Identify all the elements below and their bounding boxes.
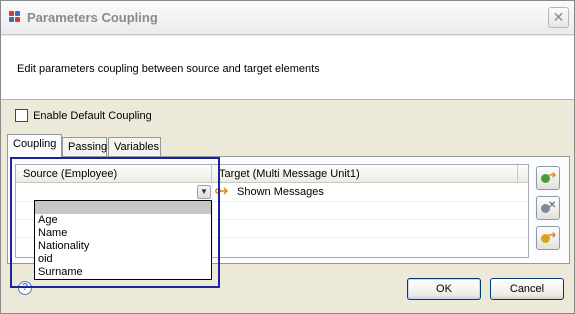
parameters-coupling-dialog: Parameters Coupling ✕ Edit parameters co… — [0, 0, 575, 314]
chevron-down-icon: ▼ — [200, 187, 208, 196]
dropdown-option-oid[interactable]: oid — [35, 253, 211, 266]
help-icon[interactable]: ? — [18, 281, 32, 295]
ok-button[interactable]: OK — [407, 278, 481, 300]
enable-default-coupling-row[interactable]: Enable Default Coupling — [15, 109, 152, 122]
close-button[interactable]: ✕ — [548, 7, 569, 28]
column-header-source[interactable]: Source (Employee) — [16, 165, 212, 183]
edit-coupling-button[interactable]: ➜ — [536, 226, 560, 250]
enable-default-coupling-label[interactable]: Enable Default Coupling — [33, 110, 152, 122]
close-icon: ✕ — [552, 9, 565, 25]
dropdown-option-age[interactable]: Age — [35, 214, 211, 227]
column-divider — [212, 183, 213, 257]
target-cell: Shown Messages — [237, 186, 324, 198]
title-bar[interactable]: Parameters Coupling ✕ — [1, 1, 574, 35]
dropdown-option-empty[interactable] — [35, 201, 211, 214]
remove-coupling-button[interactable]: ✕ — [536, 196, 560, 220]
add-coupling-button[interactable]: ➜ — [536, 166, 560, 190]
window-title: Parameters Coupling — [27, 10, 158, 25]
dropdown-option-nationality[interactable]: Nationality — [35, 240, 211, 253]
tab-variables[interactable]: Variables — [108, 137, 161, 156]
source-dropdown-list[interactable]: Age Name Nationality oid Surname — [34, 200, 212, 280]
dropdown-option-surname[interactable]: Surname — [35, 266, 211, 279]
column-header-filler — [518, 165, 528, 183]
coupling-link-icon — [215, 187, 228, 195]
tab-passing[interactable]: Passing — [62, 137, 107, 156]
column-header-target[interactable]: Target (Multi Message Unit1) — [212, 165, 518, 183]
dropdown-option-name[interactable]: Name — [35, 227, 211, 240]
tab-coupling[interactable]: Coupling — [7, 134, 62, 157]
app-logo-icon — [9, 11, 21, 23]
cancel-button[interactable]: Cancel — [490, 278, 564, 300]
description-text: Edit parameters coupling between source … — [17, 63, 320, 75]
enable-default-coupling-checkbox[interactable] — [15, 109, 28, 122]
description-area: Edit parameters coupling between source … — [1, 36, 574, 100]
source-combo-button[interactable]: ▼ — [197, 185, 211, 199]
